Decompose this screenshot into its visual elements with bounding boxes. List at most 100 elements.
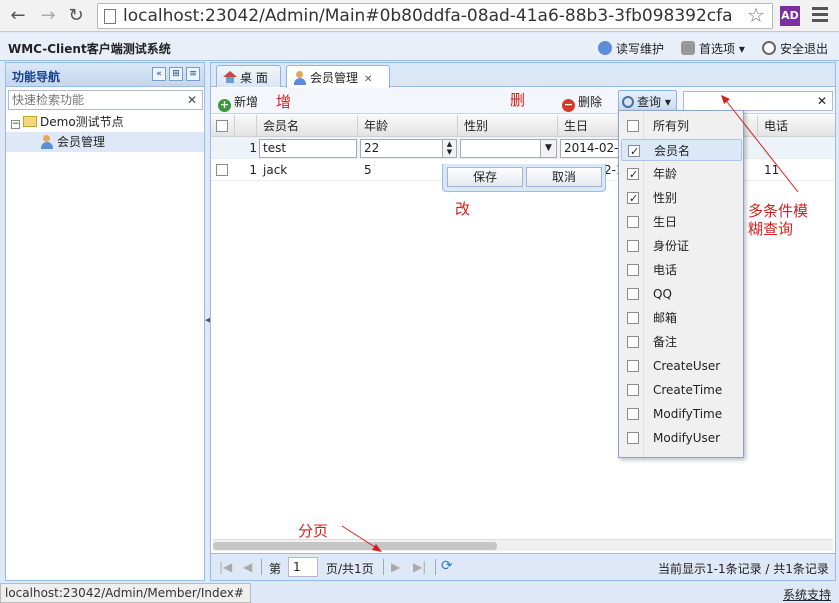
header-link-preferences[interactable]: 首选项 ▾ — [681, 40, 745, 57]
column-menu-item[interactable]: 邮箱 — [621, 307, 742, 329]
checkbox[interactable] — [628, 141, 640, 163]
edit-birthday-field[interactable]: 2014-02-1 — [560, 139, 620, 158]
address-text[interactable]: localhost:23042/Admin/Main#0b80ddfa-08ad… — [123, 6, 733, 26]
collapse-toggle-icon[interactable]: − — [11, 120, 20, 129]
page-total: 页/共1页 — [326, 562, 374, 576]
close-icon[interactable]: ✕ — [364, 74, 372, 85]
column-menu-item[interactable]: 电话 — [621, 259, 742, 281]
tree-node-label: Demo测试节点 — [40, 115, 124, 129]
tab-desktop[interactable]: 桌 面 — [216, 65, 281, 87]
column-menu-item[interactable]: 生日 — [621, 211, 742, 233]
column-menu-label: CreateUser — [653, 359, 721, 373]
tab-strip: 桌 面 会员管理 ✕ — [211, 63, 835, 88]
column-menu-item[interactable]: 年龄 — [621, 163, 742, 186]
clear-icon[interactable]: ✕ — [184, 92, 200, 108]
page-number-input[interactable]: 1 — [288, 557, 318, 577]
last-page-icon[interactable]: ▶| — [413, 560, 426, 574]
address-bar[interactable]: localhost:23042/Admin/Main#0b80ddfa-08ad… — [97, 3, 773, 29]
annotation-query: 多条件模 糊查询 — [748, 202, 809, 238]
checkbox[interactable] — [627, 188, 639, 210]
checkbox[interactable] — [627, 164, 639, 186]
tree-node-demo[interactable]: − Demo测试节点 — [6, 112, 204, 132]
checkbox[interactable] — [627, 432, 639, 444]
chevron-down-icon[interactable]: ▼ — [540, 140, 556, 157]
column-menu-item[interactable]: 会员名 — [621, 139, 742, 163]
support-link[interactable]: 系统支持 — [783, 586, 831, 603]
query-button[interactable]: 查询 ▾ — [618, 90, 677, 112]
edit-name-field[interactable]: test — [259, 139, 357, 158]
page-icon — [104, 9, 116, 24]
extension-icon[interactable]: AD — [780, 6, 800, 26]
edit-age-field[interactable]: 22 ▲ ▼ — [360, 139, 457, 158]
first-page-icon[interactable]: |◀ — [219, 560, 232, 574]
column-menu-item[interactable]: 性别 — [621, 187, 742, 210]
checkbox[interactable] — [627, 288, 639, 300]
column-menu-item[interactable]: 身份证 — [621, 235, 742, 257]
checkbox[interactable] — [627, 336, 639, 348]
column-menu-item[interactable]: ModifyTime — [621, 403, 742, 425]
column-menu-item[interactable]: 所有列 — [621, 115, 742, 137]
column-menu-item[interactable]: CreateTime — [621, 379, 742, 401]
column-header-age[interactable]: 年龄 — [358, 115, 458, 137]
column-header-name[interactable]: 会员名 — [257, 115, 358, 137]
back-icon[interactable]: ← — [7, 5, 29, 27]
prev-page-icon[interactable]: ◀ — [243, 560, 252, 574]
checkbox[interactable] — [627, 384, 639, 396]
checkbox[interactable] — [627, 408, 639, 420]
nav-tree: − Demo测试节点 会员管理 — [6, 112, 204, 152]
column-menu-label: CreateTime — [653, 383, 723, 397]
expand-all-icon[interactable]: ⊞ — [169, 67, 183, 81]
checkbox[interactable] — [627, 120, 639, 132]
column-menu-item[interactable]: ModifyUser — [621, 427, 742, 449]
collapse-icon[interactable]: « — [152, 67, 166, 81]
scrollbar-thumb[interactable] — [213, 542, 497, 550]
nav-search-input[interactable] — [9, 91, 179, 109]
status-url: localhost:23042/Admin/Member/Index# — [0, 583, 251, 603]
delete-icon: − — [562, 98, 575, 112]
clear-icon[interactable]: ✕ — [814, 93, 830, 109]
save-button[interactable]: 保存 — [447, 167, 523, 187]
edit-age-value: 22 — [364, 141, 380, 155]
collapse-all-icon[interactable]: ≡ — [186, 67, 200, 81]
column-menu-item[interactable]: 备注 — [621, 331, 742, 353]
tree-node-member[interactable]: 会员管理 — [6, 132, 204, 152]
spinner-icon[interactable]: ▲ ▼ — [442, 140, 456, 157]
tab-member[interactable]: 会员管理 ✕ — [286, 65, 390, 88]
select-all-checkbox[interactable] — [211, 115, 235, 137]
reload-icon[interactable]: ↻ — [65, 5, 87, 27]
next-page-icon[interactable]: ▶ — [391, 560, 400, 574]
row-number: 1 — [249, 163, 257, 177]
header-link-logout[interactable]: 安全退出 — [762, 40, 828, 57]
add-label: 新增 — [234, 95, 259, 109]
tab-label: 桌 面 — [240, 71, 268, 85]
refresh-icon[interactable]: ⟳ — [441, 558, 453, 574]
column-menu-item[interactable]: CreateUser — [621, 355, 742, 377]
annotation-edit: 改 — [455, 200, 471, 218]
browser-toolbar: ← → ↻ localhost:23042/Admin/Main#0b80ddf… — [0, 0, 839, 32]
checkbox[interactable] — [627, 216, 639, 228]
column-menu-item[interactable]: QQ — [621, 283, 742, 305]
header-link-maintenance[interactable]: 读写维护 — [598, 40, 664, 57]
row-editor-buttons: 保存 取消 — [442, 164, 606, 192]
edit-gender-select[interactable]: ▼ — [460, 139, 557, 158]
checkbox[interactable] — [627, 360, 639, 372]
column-header-phone[interactable]: 电话 — [758, 115, 835, 137]
column-menu-label: ModifyUser — [653, 431, 721, 445]
forward-icon[interactable]: → — [37, 5, 59, 27]
page-label: 第 — [269, 562, 282, 576]
checkbox[interactable] — [627, 264, 639, 276]
bookmark-star-icon[interactable]: ☆ — [747, 4, 765, 26]
browser-menu-icon[interactable] — [812, 7, 828, 25]
checkbox[interactable] — [627, 312, 639, 324]
column-menu-label: 备注 — [653, 335, 678, 349]
checkbox[interactable] — [627, 240, 639, 252]
pagination-bar: |◀ ◀ 第 1 页/共1页 ▶ ▶| ⟳ 当前显示1-1条记录 / 共1条记录 — [211, 553, 835, 580]
row-checkbox[interactable] — [211, 159, 228, 181]
add-button[interactable]: + 新增 — [218, 93, 258, 112]
delete-button[interactable]: − 删除 — [562, 93, 602, 112]
query-input[interactable] — [684, 92, 812, 110]
column-header-gender[interactable]: 性别 — [458, 115, 558, 137]
pager-divider — [435, 559, 436, 575]
cancel-button[interactable]: 取消 — [526, 167, 602, 187]
add-icon: + — [218, 98, 231, 112]
